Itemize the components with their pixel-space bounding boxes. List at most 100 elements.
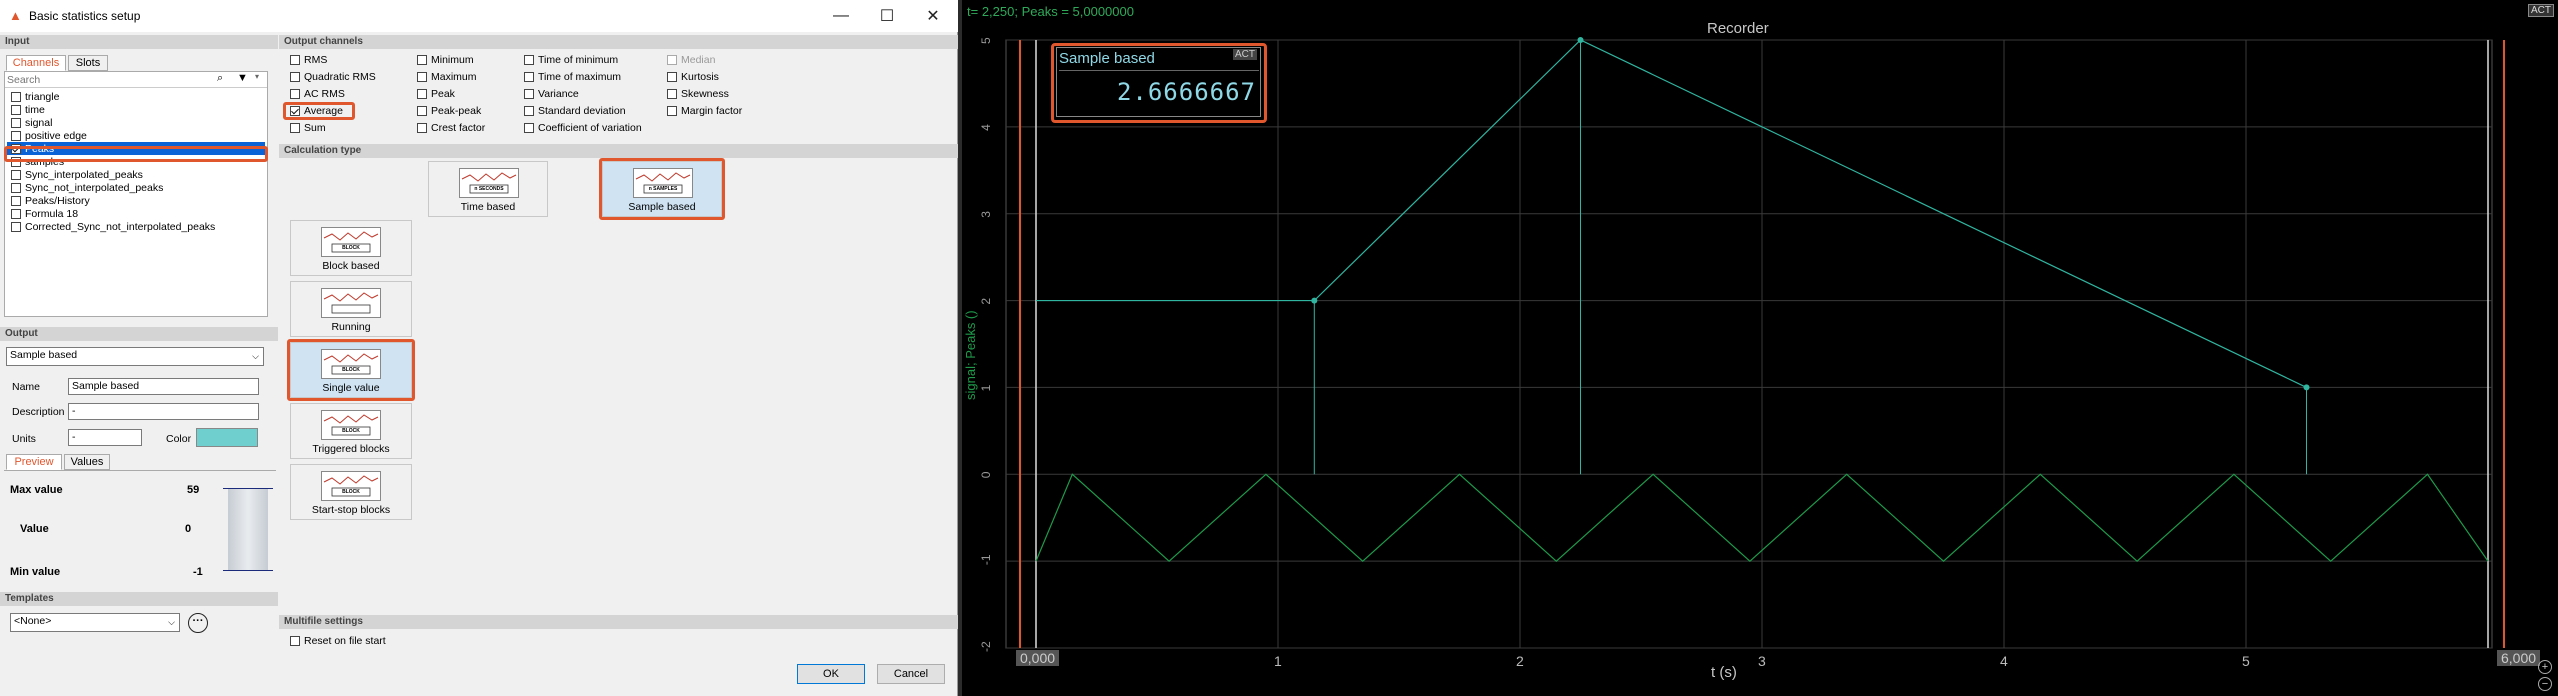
output-channel-quadratic-rms[interactable]: Quadratic RMS — [290, 70, 376, 84]
ok-button[interactable]: OK — [797, 664, 865, 684]
tab-values[interactable]: Values — [64, 454, 110, 470]
x-end-label[interactable]: 6,000 — [2497, 650, 2541, 666]
channel-checkbox[interactable] — [11, 208, 21, 219]
output-type-select[interactable]: Sample based ⌵ — [6, 347, 264, 366]
channel-checkbox[interactable] — [11, 104, 21, 115]
calc-type-block-based[interactable]: BLOCK Block based — [290, 220, 412, 276]
channel-item[interactable]: samples — [11, 155, 64, 168]
x-start-label[interactable]: 0,000 — [1016, 650, 1060, 666]
output-channel-checkbox[interactable] — [524, 106, 534, 116]
channel-checkbox[interactable] — [11, 221, 21, 232]
channel-item[interactable]: Formula 18 — [11, 207, 78, 220]
calc-type-start-stop-blocks[interactable]: BLOCK Start-stop blocks — [290, 464, 412, 520]
output-channel-coefficient-of-variation[interactable]: Coefficient of variation — [524, 121, 642, 135]
tab-channels[interactable]: Channels — [6, 55, 66, 71]
templates-select[interactable]: <None> ⌵ — [10, 613, 180, 632]
output-channel-variance[interactable]: Variance — [524, 87, 579, 101]
tab-slots[interactable]: Slots — [68, 55, 108, 71]
output-channel-rms[interactable]: RMS — [290, 53, 327, 67]
channel-checkbox[interactable] — [11, 169, 21, 180]
channel-checkbox[interactable] — [11, 195, 21, 206]
output-channel-checkbox[interactable] — [667, 89, 677, 99]
output-channel-maximum[interactable]: Maximum — [417, 70, 477, 84]
reset-checkbox-box[interactable] — [290, 636, 300, 646]
channel-checkbox[interactable] — [11, 182, 21, 193]
output-channel-kurtosis[interactable]: Kurtosis — [667, 70, 719, 84]
output-channel-checkbox[interactable] — [417, 123, 427, 133]
output-channel-checkbox[interactable] — [290, 89, 300, 99]
channel-checkbox[interactable] — [11, 156, 21, 167]
output-channel-checkbox[interactable] — [524, 72, 534, 82]
output-channel-peak-peak[interactable]: Peak-peak — [417, 104, 481, 118]
calc-type-single-value[interactable]: BLOCK Single value — [290, 342, 412, 398]
tab-preview[interactable]: Preview — [6, 454, 62, 470]
channel-item[interactable]: Sync_not_interpolated_peaks — [11, 181, 163, 194]
filter-icon[interactable]: ▼ — [237, 72, 248, 84]
channel-label: Sync_not_interpolated_peaks — [25, 181, 164, 194]
output-channel-crest-factor[interactable]: Crest factor — [417, 121, 485, 135]
calc-type-running[interactable]: Running — [290, 281, 412, 337]
output-channel-margin-factor[interactable]: Margin factor — [667, 104, 742, 118]
output-channel-median: Median — [667, 53, 715, 67]
close-icon[interactable]: ✕ — [910, 0, 956, 32]
output-channel-label: AC RMS — [304, 88, 345, 100]
calc-type-triggered-blocks[interactable]: BLOCK Triggered blocks — [290, 403, 412, 459]
channel-item[interactable]: Sync_interpolated_peaks — [11, 168, 143, 181]
x-tick-label: 2 — [1516, 653, 1524, 669]
channel-item[interactable]: signal — [11, 116, 52, 129]
channel-checkbox[interactable] — [11, 91, 21, 102]
output-channel-peak[interactable]: Peak — [417, 87, 455, 101]
name-field[interactable]: Sample based — [68, 378, 259, 395]
zoom-in-icon[interactable]: + — [2538, 660, 2552, 674]
channel-item[interactable]: Peaks/History — [11, 194, 90, 207]
minimize-icon[interactable]: — — [818, 0, 864, 32]
output-type-value: Sample based — [10, 349, 78, 361]
output-channel-checkbox[interactable] — [417, 106, 427, 116]
calc-type-sample-based[interactable]: n SAMPLES Sample based — [602, 161, 722, 217]
units-field[interactable]: - — [68, 429, 142, 446]
channel-item[interactable]: Corrected_Sync_not_interpolated_peaks — [11, 220, 215, 233]
maximize-icon[interactable]: ☐ — [864, 0, 910, 32]
channel-item[interactable]: triangle — [11, 90, 59, 103]
output-channel-checkbox[interactable] — [417, 55, 427, 65]
more-options-icon[interactable]: ··· — [188, 613, 208, 633]
output-channel-minimum[interactable]: Minimum — [417, 53, 474, 67]
output-channel-checkbox[interactable] — [524, 55, 534, 65]
reset-on-file-start-checkbox[interactable]: Reset on file start — [290, 634, 386, 648]
output-channel-checkbox[interactable] — [290, 72, 300, 82]
channel-item[interactable]: Peaks — [7, 142, 265, 155]
value-box-act[interactable]: ACT — [1233, 49, 1257, 60]
output-channel-ac-rms[interactable]: AC RMS — [290, 87, 345, 101]
output-channel-checkbox[interactable] — [417, 89, 427, 99]
calc-type-time-based[interactable]: n SECONDS Time based — [428, 161, 548, 217]
output-channel-checkbox[interactable] — [290, 106, 300, 116]
channel-search-input[interactable] — [7, 73, 213, 86]
output-channel-checkbox[interactable] — [290, 123, 300, 133]
output-channel-standard-deviation[interactable]: Standard deviation — [524, 104, 626, 118]
output-channel-checkbox[interactable] — [667, 72, 677, 82]
channel-checkbox[interactable] — [11, 117, 21, 128]
channel-checkbox[interactable] — [11, 143, 21, 154]
x-tick-label: 5 — [2242, 653, 2250, 669]
output-channel-sum[interactable]: Sum — [290, 121, 326, 135]
zoom-out-icon[interactable]: − — [2538, 677, 2552, 691]
output-channel-time-of-minimum[interactable]: Time of minimum — [524, 53, 618, 67]
output-channel-checkbox[interactable] — [524, 89, 534, 99]
channel-item[interactable]: time — [11, 103, 45, 116]
filter-dropdown-icon[interactable]: ▾ — [255, 72, 259, 81]
output-channel-skewness[interactable]: Skewness — [667, 87, 729, 101]
channel-checkbox[interactable] — [11, 130, 21, 141]
output-channel-average[interactable]: Average — [290, 104, 343, 118]
channel-label: triangle — [25, 90, 60, 103]
description-field[interactable]: - — [68, 403, 259, 420]
color-swatch[interactable] — [196, 428, 258, 447]
output-channel-time-of-maximum[interactable]: Time of maximum — [524, 70, 621, 84]
output-channel-checkbox[interactable] — [667, 106, 677, 116]
cancel-button[interactable]: Cancel — [877, 664, 945, 684]
output-channel-checkbox[interactable] — [290, 55, 300, 65]
channel-item[interactable]: positive edge — [11, 129, 87, 142]
output-channel-checkbox[interactable] — [417, 72, 427, 82]
output-channel-checkbox[interactable] — [524, 123, 534, 133]
search-icon[interactable]: ⌕ — [217, 72, 223, 85]
value-box[interactable]: Sample based ACT 2.6666667 — [1056, 47, 1261, 117]
